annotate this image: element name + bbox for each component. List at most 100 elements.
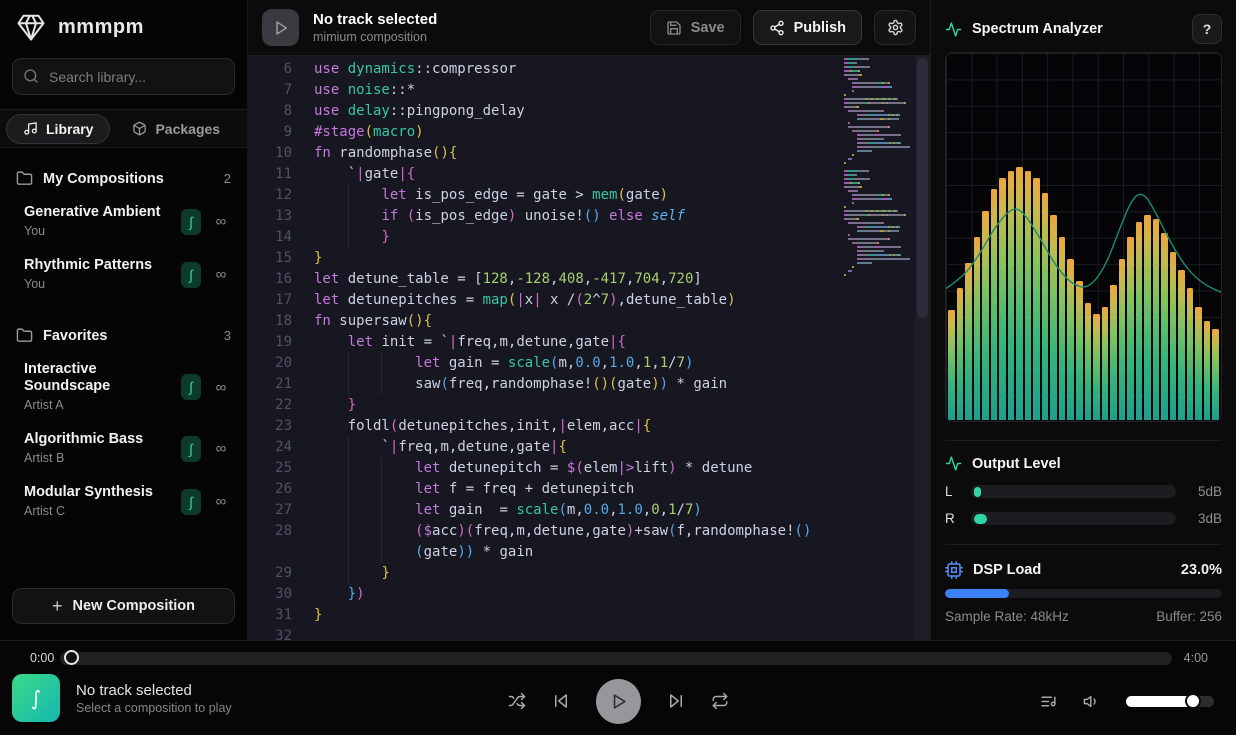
code-editor[interactable]: 6use dynamics::compressor7use noise::*8u… [248, 56, 930, 640]
code-line[interactable]: 21 saw(freq,randomphase!()(gate)) * gain [248, 374, 930, 395]
indent-guide [381, 353, 382, 374]
composition-title: Modular Synthesis [24, 484, 181, 501]
code-line[interactable]: 15} [248, 248, 930, 269]
code-line[interactable]: 23 foldl(detunepitches,init,|elem,acc|{ [248, 416, 930, 437]
section-title: My Compositions [43, 171, 214, 187]
code-line[interactable]: 28 ($acc)(freq,m,detune,gate)+saw(f,rand… [248, 521, 930, 542]
code-text: let detunepitches = map(|x| x /(2^7),det… [314, 290, 736, 311]
scrollbar-thumb[interactable] [917, 58, 928, 318]
queue-button[interactable] [1040, 693, 1057, 710]
code-line[interactable]: 7use noise::* [248, 80, 930, 101]
volume-button[interactable] [1083, 693, 1100, 710]
code-line[interactable]: 17let detunepitches = map(|x| x /(2^7),d… [248, 290, 930, 311]
seek-bar[interactable] [60, 652, 1172, 665]
line-number: 14 [248, 227, 292, 248]
code-line[interactable]: 12 let is_pos_edge = gate > mem(gate) [248, 185, 930, 206]
editor-minimap[interactable] [844, 58, 912, 282]
indent-guide [348, 479, 349, 500]
code-line[interactable]: 26 let f = freq + detunepitch [248, 479, 930, 500]
code-line[interactable]: 18fn supersaw(){ [248, 311, 930, 332]
package-icon [132, 121, 147, 136]
composition-item[interactable]: Generative AmbientYou∫∞ [0, 195, 247, 248]
play-icon [609, 692, 628, 711]
spectrum-header: Spectrum Analyzer ? [931, 0, 1236, 52]
sidebar-tabs: Library Packages [0, 109, 247, 148]
publish-button[interactable]: Publish [753, 10, 862, 45]
code-line[interactable]: 20 let gain = scale(m,0.0,1.0,1,1/7) [248, 353, 930, 374]
indent-guide [381, 458, 382, 479]
code-text: foldl(detunepitches,init,|elem,acc|{ [314, 416, 651, 437]
play-button[interactable] [596, 679, 641, 724]
settings-button[interactable] [874, 10, 916, 45]
volume-knob[interactable] [1185, 693, 1201, 709]
indent-guide [348, 206, 349, 227]
code-line[interactable]: 29 } [248, 563, 930, 584]
code-line[interactable]: 30 }) [248, 584, 930, 605]
code-line[interactable]: 11 `|gate|{ [248, 164, 930, 185]
code-line[interactable]: 27 let gain = scale(m,0.0,1.0,0,1/7) [248, 500, 930, 521]
player-bar: 0:00 4:00 ∫ No track selected Select a c… [0, 640, 1236, 735]
search-input[interactable] [12, 58, 235, 95]
composition-item[interactable]: Algorithmic BassArtist B∫∞ [0, 422, 247, 475]
mimium-badge-icon: ∫ [181, 374, 201, 400]
code-text: } [314, 227, 390, 248]
code-line[interactable]: 32 [248, 626, 930, 640]
section-header[interactable]: Favorites3 [0, 315, 247, 352]
previous-button[interactable] [552, 692, 570, 710]
code-line[interactable]: 16let detune_table = [128,-128,408,-417,… [248, 269, 930, 290]
code-line[interactable]: 8use delay::pingpong_delay [248, 101, 930, 122]
line-number: 13 [248, 206, 292, 227]
preview-play-button[interactable] [262, 9, 299, 46]
code-line[interactable]: 31} [248, 605, 930, 626]
code-line[interactable]: 24 `|freq,m,detune,gate|{ [248, 437, 930, 458]
code-line[interactable]: (gate)) * gain [248, 542, 930, 563]
line-number: 30 [248, 584, 292, 605]
line-number: 11 [248, 164, 292, 185]
shuffle-button[interactable] [508, 692, 526, 710]
help-button[interactable]: ? [1192, 14, 1222, 44]
code-line[interactable]: 9#stage(macro) [248, 122, 930, 143]
editor-scrollbar[interactable] [915, 56, 930, 640]
code-line[interactable]: 13 if (is_pos_edge) unoise!() else self [248, 206, 930, 227]
channel-label: R [945, 511, 959, 526]
channel-label: L [945, 484, 959, 499]
line-number: 31 [248, 605, 292, 626]
next-button[interactable] [667, 692, 685, 710]
code-line[interactable]: 10fn randomphase(){ [248, 143, 930, 164]
publish-label: Publish [794, 20, 846, 36]
code-line[interactable]: 6use dynamics::compressor [248, 59, 930, 80]
indent-guide [348, 185, 349, 206]
skip-forward-icon [667, 692, 685, 710]
tab-library[interactable]: Library [6, 114, 110, 144]
tab-packages[interactable]: Packages [116, 115, 236, 143]
section-header[interactable]: My Compositions2 [0, 158, 247, 195]
indent-guide [348, 437, 349, 458]
composition-item[interactable]: Rhythmic PatternsYou∫∞ [0, 248, 247, 301]
save-button[interactable]: Save [650, 10, 741, 45]
folder-icon [16, 327, 33, 344]
dsp-load-title: DSP Load [973, 562, 1171, 578]
search-icon [23, 68, 39, 84]
infinity-icon: ∞ [211, 440, 231, 457]
code-line[interactable]: 19 let init = `|freq,m,detune,gate|{ [248, 332, 930, 353]
repeat-button[interactable] [711, 692, 729, 710]
seek-row: 0:00 4:00 [0, 649, 1236, 667]
buffer-label: Buffer: 256 [1156, 609, 1222, 624]
editor-track-title: No track selected [313, 11, 638, 29]
composition-item[interactable]: Modular SynthesisArtist C∫∞ [0, 475, 247, 528]
composition-title: Interactive Soundscape [24, 361, 181, 395]
composition-meta: Generative AmbientYou [24, 204, 181, 239]
tab-packages-label: Packages [155, 121, 220, 137]
code-line[interactable]: 25 let detunepitch = $(elem|>lift) * det… [248, 458, 930, 479]
code-line[interactable]: 14 } [248, 227, 930, 248]
activity-icon [945, 21, 962, 38]
track-meta: No track selected mimium composition [313, 11, 638, 45]
composition-item[interactable]: Interactive SoundscapeArtist A∫∞ [0, 352, 247, 422]
code-text: let f = freq + detunepitch [314, 479, 634, 500]
volume-slider[interactable] [1126, 696, 1214, 707]
meter-row-right: R 3dB [945, 511, 1222, 526]
line-number: 29 [248, 563, 292, 584]
seek-knob[interactable] [64, 650, 79, 665]
new-composition-button[interactable]: + New Composition [12, 588, 235, 624]
code-line[interactable]: 22 } [248, 395, 930, 416]
